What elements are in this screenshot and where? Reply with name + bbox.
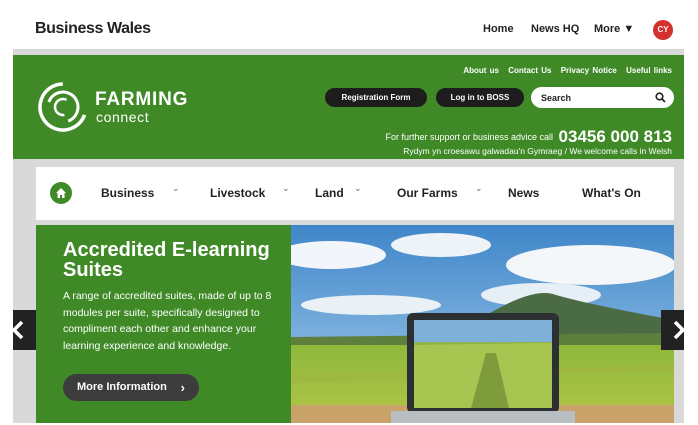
welsh-calls-note: Rydym yn croesawu galwadau'n Gymraeg / W… [403, 146, 672, 156]
top-bar: Business Wales Home News HQ More ▼ CY [13, 9, 684, 49]
link-about-us[interactable]: About us [463, 66, 499, 75]
nav-business[interactable]: Business [101, 186, 154, 200]
utility-links: About us Contact Us Privacy Notice Usefu… [457, 66, 672, 75]
link-privacy-notice[interactable]: Privacy Notice [561, 66, 617, 75]
chevron-left-icon [13, 320, 24, 340]
chevron-right-icon [673, 320, 684, 340]
home-icon [56, 188, 66, 198]
business-wales-logo[interactable]: Business Wales [35, 20, 151, 38]
chevron-right-icon: › [180, 380, 185, 395]
nav-land[interactable]: Land [315, 186, 344, 200]
registration-form-button[interactable]: Registration Form [325, 88, 427, 107]
page-frame: Business Wales Home News HQ More ▼ CY FA… [13, 9, 684, 423]
more-information-button[interactable]: More Information › [63, 374, 199, 401]
nav-livestock[interactable]: Livestock [210, 186, 265, 200]
chevron-down-icon[interactable]: ⌄ [282, 183, 290, 194]
chevron-down-icon[interactable]: ⌄ [172, 183, 180, 194]
link-contact-us[interactable]: Contact Us [508, 66, 551, 75]
main-navigation: Business ⌄ Livestock ⌄ Land ⌄ Our Farms … [36, 167, 674, 220]
logo-subtitle: connect [96, 109, 150, 125]
topnav-home[interactable]: Home [483, 23, 514, 35]
topnav-news-hq[interactable]: News HQ [531, 23, 579, 35]
phone-number[interactable]: 03456 000 813 [559, 127, 672, 146]
login-boss-button[interactable]: Log in to BOSS [436, 88, 524, 107]
search-icon[interactable] [655, 92, 666, 103]
support-line: For further support or business advice c… [385, 127, 672, 147]
link-useful-links[interactable]: Useful links [626, 66, 672, 75]
hero-title: Accredited E-learning Suites [63, 239, 270, 281]
more-information-label: More Information [77, 381, 167, 393]
search-input[interactable] [541, 87, 651, 108]
hero-description: A range of accredited suites, made of up… [63, 290, 272, 352]
chevron-down-icon[interactable]: ⌄ [475, 183, 483, 194]
logo-title: FARMING [95, 89, 189, 110]
hero-image [291, 225, 674, 423]
field-laptop-image [291, 225, 674, 423]
language-toggle-cy[interactable]: CY [653, 20, 673, 40]
topnav-more[interactable]: More ▼ [594, 23, 634, 35]
support-text: For further support or business advice c… [385, 132, 554, 142]
chevron-down-icon[interactable]: ⌄ [354, 183, 362, 194]
home-button[interactable] [50, 182, 72, 204]
farming-connect-logo-icon[interactable] [37, 81, 89, 133]
carousel-prev-button[interactable] [13, 310, 36, 350]
nav-our-farms[interactable]: Our Farms [397, 186, 458, 200]
search-box [531, 87, 674, 108]
hero-panel: Accredited E-learning Suites A range of … [36, 225, 291, 423]
nav-news[interactable]: News [508, 186, 539, 200]
carousel-next-button[interactable] [661, 310, 684, 350]
nav-whats-on[interactable]: What's On [582, 186, 641, 200]
site-header: FARMING connect About us Contact Us Priv… [13, 55, 684, 159]
